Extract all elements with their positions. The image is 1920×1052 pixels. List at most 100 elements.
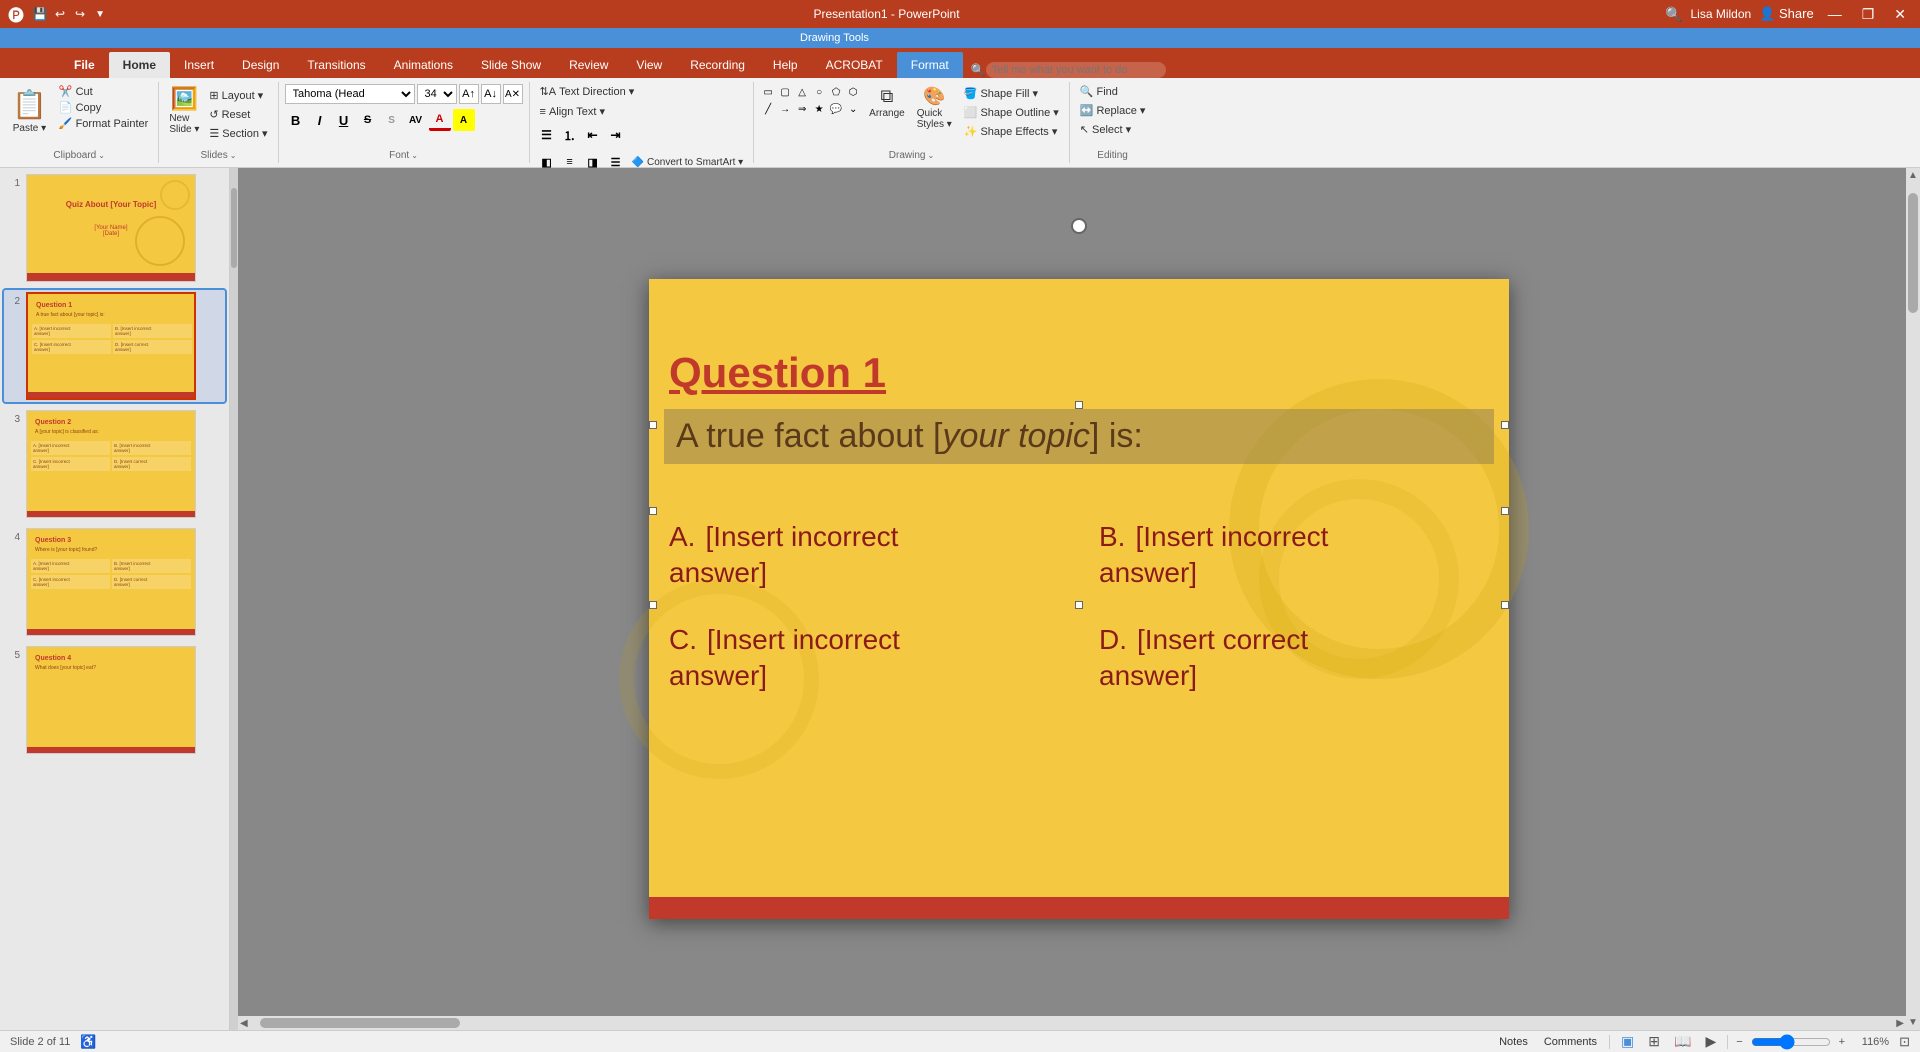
tab-recording[interactable]: Recording <box>676 52 759 78</box>
tab-transitions[interactable]: Transitions <box>293 52 379 78</box>
close-button[interactable]: ✕ <box>1888 4 1912 25</box>
italic-button[interactable]: I <box>309 109 331 131</box>
scroll-left-button[interactable]: ◀ <box>238 1016 250 1031</box>
section-button[interactable]: ☰ Section ▾ <box>205 126 271 141</box>
shape-rounded-rect[interactable]: ▢ <box>777 84 793 100</box>
slide-thumb-5[interactable]: 5 Question 4 What does [your topic] eat? <box>4 644 225 756</box>
share-icon[interactable]: 👤 Share <box>1759 6 1814 22</box>
tab-review[interactable]: Review <box>555 52 622 78</box>
numbering-button[interactable]: ⒈ <box>559 124 581 146</box>
shape-hexagon[interactable]: ⬡ <box>845 84 861 100</box>
slide-subtitle-selected[interactable]: A true fact about [your topic] is: <box>664 409 1494 464</box>
fit-slide-button[interactable]: ⊡ <box>1899 1034 1910 1050</box>
slide-canvas[interactable]: A true fact about [your topic] is: Quest… <box>649 279 1509 919</box>
quick-undo-icon[interactable]: ↩ <box>52 6 68 22</box>
slides-expand-icon[interactable]: ⌄ <box>230 151 237 160</box>
rotate-handle[interactable] <box>1071 218 1087 234</box>
zoom-slider[interactable] <box>1751 1034 1831 1050</box>
text-highlight-button[interactable]: A <box>453 109 475 131</box>
shape-outline-button[interactable]: ⬜ Shape Outline ▾ <box>960 105 1063 120</box>
tell-me-input[interactable] <box>986 62 1166 78</box>
reading-view-button[interactable]: 📖 <box>1671 1032 1694 1051</box>
replace-button[interactable]: ↔️ Replace ▾ <box>1076 103 1150 118</box>
paste-button[interactable]: 📋 Paste ▾ <box>6 84 53 138</box>
decrease-indent-button[interactable]: ⇤ <box>582 124 604 146</box>
slide-sorter-button[interactable]: ⊞ <box>1645 1032 1663 1051</box>
shape-callout[interactable]: 💬 <box>828 101 844 117</box>
strikethrough-button[interactable]: S <box>357 109 379 131</box>
restore-button[interactable]: ❐ <box>1856 4 1881 25</box>
tab-acrobat[interactable]: ACROBAT <box>812 52 897 78</box>
scroll-up-button[interactable]: ▲ <box>1906 168 1920 183</box>
text-direction-button[interactable]: ⇅A Text Direction ▾ <box>536 84 639 99</box>
zoom-out-button[interactable]: − <box>1736 1036 1742 1048</box>
font-size-select[interactable]: 34 <box>417 84 457 104</box>
zoom-in-button[interactable]: + <box>1839 1036 1845 1048</box>
tab-design[interactable]: Design <box>228 52 293 78</box>
slide-thumb-4[interactable]: 4 Question 3 Where is [your topic] found… <box>4 526 225 638</box>
clear-formatting-button[interactable]: A✕ <box>503 84 523 104</box>
slide-answer-c[interactable]: C.[Insert incorrectanswer] <box>669 622 1059 695</box>
new-slide-button[interactable]: 🖼️ NewSlide ▾ <box>165 84 203 137</box>
shape-effects-button[interactable]: ✨ Shape Effects ▾ <box>960 124 1063 139</box>
slide-question-title[interactable]: Question 1 <box>669 349 886 397</box>
canvas-scrollbar-h[interactable]: ◀ ▶ <box>238 1016 1906 1030</box>
shape-more[interactable]: ⌄ <box>845 101 861 117</box>
shape-arrow[interactable]: → <box>777 101 793 117</box>
format-painter-button[interactable]: 🖌️ Format Painter <box>55 116 152 131</box>
scroll-thumb-v[interactable] <box>1908 193 1918 313</box>
underline-button[interactable]: U <box>333 109 355 131</box>
slide-answer-d[interactable]: D.[Insert correctanswer] <box>1099 622 1489 695</box>
scroll-right-button[interactable]: ▶ <box>1894 1016 1906 1031</box>
shape-star[interactable]: ★ <box>811 101 827 117</box>
shape-fill-button[interactable]: 🪣 Shape Fill ▾ <box>960 86 1063 101</box>
zoom-level[interactable]: 116% <box>1853 1036 1889 1048</box>
bold-button[interactable]: B <box>285 109 307 131</box>
slide-thumb-2[interactable]: 2 Question 1 A true fact about [your top… <box>4 290 225 402</box>
quick-styles-button[interactable]: 🎨 QuickStyles ▾ <box>913 84 956 132</box>
tab-view[interactable]: View <box>622 52 676 78</box>
handle-tr[interactable] <box>1501 421 1509 429</box>
quick-redo-icon[interactable]: ↪ <box>72 6 88 22</box>
shape-triangle[interactable]: △ <box>794 84 810 100</box>
shape-circle[interactable]: ○ <box>811 84 827 100</box>
clipboard-expand-icon[interactable]: ⌄ <box>98 151 105 160</box>
handle-ml[interactable] <box>649 507 657 515</box>
shape-block-arrow[interactable]: ⇒ <box>794 101 810 117</box>
minimize-button[interactable]: — <box>1822 4 1848 24</box>
quick-customize-icon[interactable]: ▼ <box>92 6 108 22</box>
slide-thumb-3[interactable]: 3 Question 2 A [your topic] is classifie… <box>4 408 225 520</box>
tab-file[interactable]: File <box>60 52 109 78</box>
shape-rect[interactable]: ▭ <box>760 84 776 100</box>
drawing-expand-icon[interactable]: ⌄ <box>927 151 934 160</box>
tab-home[interactable]: Home <box>109 52 170 78</box>
tab-insert[interactable]: Insert <box>170 52 228 78</box>
font-decrease-button[interactable]: A↓ <box>481 84 501 104</box>
font-family-select[interactable]: Tahoma (Head <box>285 84 415 104</box>
select-button[interactable]: ↖ Select ▾ <box>1076 122 1135 137</box>
scroll-thumb-h[interactable] <box>260 1018 460 1028</box>
slide-panel-scrollbar[interactable] <box>230 168 238 1030</box>
find-button[interactable]: 🔍 Find <box>1076 84 1122 99</box>
increase-indent-button[interactable]: ⇥ <box>605 124 627 146</box>
arrange-button[interactable]: ⧉ Arrange <box>865 84 909 121</box>
align-text-button[interactable]: ≡ Align Text ▾ <box>536 104 610 119</box>
font-increase-button[interactable]: A↑ <box>459 84 479 104</box>
convert-smartart-button[interactable]: 🔷 Convert to SmartArt ▾ <box>628 156 748 169</box>
slideshow-button[interactable]: ▶ <box>1702 1032 1719 1051</box>
canvas-area[interactable]: A true fact about [your topic] is: Quest… <box>238 168 1920 1030</box>
normal-view-button[interactable]: ▣ <box>1618 1032 1637 1051</box>
scroll-down-button[interactable]: ▼ <box>1906 1015 1920 1030</box>
shadow-button[interactable]: S <box>381 109 403 131</box>
copy-button[interactable]: 📄 Copy <box>55 100 152 115</box>
quick-save-icon[interactable]: 💾 <box>32 6 48 22</box>
shape-line[interactable]: ╱ <box>760 101 776 117</box>
slide-thumb-1[interactable]: 1 Quiz About [Your Topic] [Your Name][Da… <box>4 172 225 284</box>
handle-top[interactable] <box>1075 401 1083 409</box>
tab-format[interactable]: Format <box>897 52 963 78</box>
tab-help[interactable]: Help <box>759 52 812 78</box>
slide-answer-b[interactable]: B.[Insert incorrectanswer] <box>1099 519 1489 592</box>
accessibility-icon[interactable]: ♿ <box>80 1034 96 1050</box>
tab-slideshow[interactable]: Slide Show <box>467 52 555 78</box>
char-spacing-button[interactable]: AV <box>405 109 427 131</box>
